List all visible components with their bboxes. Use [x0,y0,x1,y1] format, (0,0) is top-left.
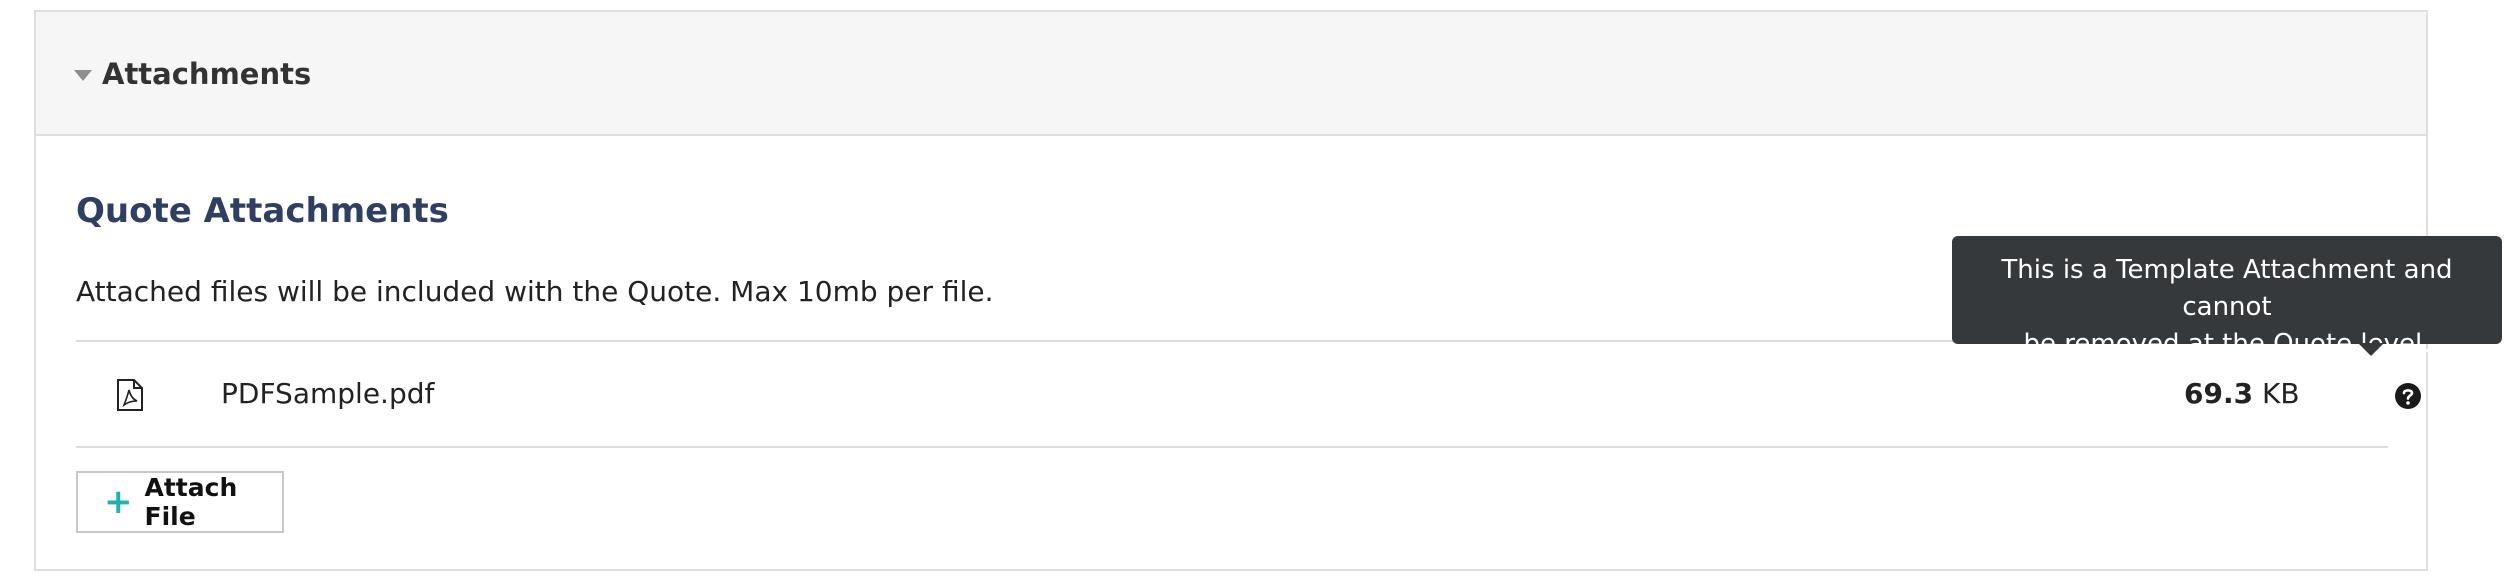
file-size-unit: KB [2262,377,2300,410]
panel-title: Attachments [102,57,312,91]
pdf-file-icon [117,379,143,411]
question-circle-icon[interactable] [2394,382,2422,410]
tooltip-line-2: be removed at the Quote level. [2023,329,2431,359]
attachments-panel-header[interactable]: Attachments [36,12,2426,136]
attach-file-button[interactable]: + Attach File [76,471,284,533]
section-title: Quote Attachments [76,191,449,231]
caret-down-icon[interactable] [74,70,92,81]
section-description: Attached files will be included with the… [76,275,994,308]
plus-icon: + [104,482,133,522]
tooltip-arrow [2358,343,2384,356]
template-attachment-tooltip: This is a Template Attachment and cannot… [1952,236,2502,359]
file-name[interactable]: PDFSample.pdf [221,376,434,412]
attach-file-label: Attach File [144,473,238,531]
file-size: 69.3 KB [2184,376,2300,412]
tooltip-line-1: This is a Template Attachment and cannot [2001,255,2453,322]
file-size-value: 69.3 [2184,377,2254,410]
